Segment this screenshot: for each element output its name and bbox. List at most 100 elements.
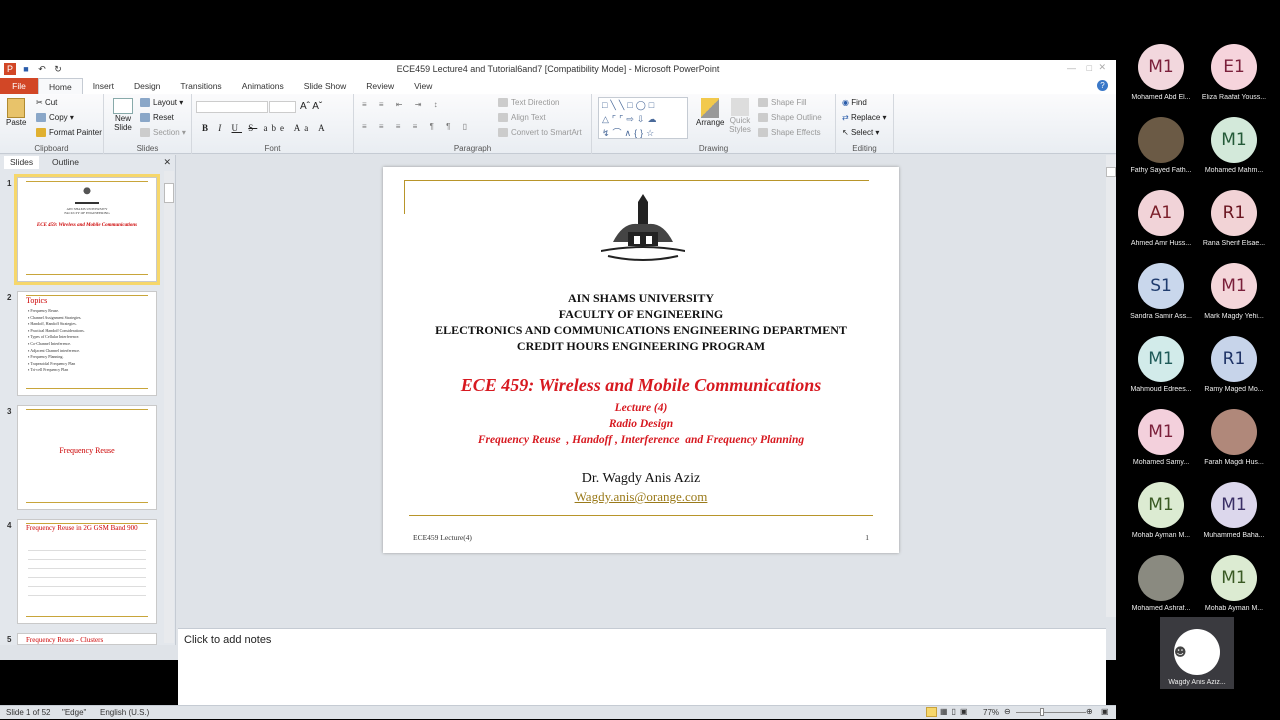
- tab-insert[interactable]: Insert: [83, 78, 124, 94]
- align-text-button[interactable]: Align Text: [498, 113, 546, 123]
- fit-window-button[interactable]: ▣: [1101, 707, 1109, 716]
- participant-name: Mohamed Abd El...: [1131, 94, 1191, 101]
- restore-button[interactable]: □: [1087, 63, 1092, 73]
- slide-thumb-2[interactable]: Topics ▪ Frequency Reuse. ▪ Channel Assig…: [17, 291, 157, 396]
- participant-tile[interactable]: M1 Mohab Ayman M...: [1197, 555, 1271, 612]
- participant-tile[interactable]: M1 Mohab Ayman M...: [1124, 482, 1198, 539]
- slide-thumb-4[interactable]: Frequency Reuse in 2G GSM Band 900: [17, 519, 157, 624]
- paste-button[interactable]: Paste: [6, 98, 26, 127]
- tab-home[interactable]: Home: [38, 78, 83, 94]
- slide-thumb-3[interactable]: Frequency Reuse: [17, 405, 157, 510]
- format-painter-button[interactable]: Format Painter: [36, 128, 102, 138]
- participant-avatar: M1: [1211, 555, 1257, 601]
- layout-label: Layout: [153, 98, 178, 107]
- format-painter-label: Format Painter: [49, 128, 102, 137]
- section-label: Section: [153, 128, 180, 137]
- smartart-button[interactable]: Convert to SmartArt: [498, 128, 582, 138]
- tab-slides[interactable]: Slides: [4, 156, 40, 169]
- help-icon[interactable]: ?: [1097, 80, 1108, 91]
- participant-tile[interactable]: A1 Ahmed Amr Huss...: [1124, 190, 1198, 247]
- shape-effects-button[interactable]: Shape Effects: [758, 128, 821, 138]
- grow-font-button[interactable]: Aˆ Aˇ: [300, 101, 322, 112]
- tab-design[interactable]: Design: [124, 78, 170, 94]
- copy-label: Copy: [49, 113, 68, 122]
- copy-button[interactable]: Copy ▾: [36, 113, 74, 123]
- editor-scrollbar[interactable]: [1106, 155, 1116, 617]
- strike-button[interactable]: S: [248, 123, 257, 133]
- close-panel-icon[interactable]: ✕: [163, 157, 171, 168]
- shape-fill-button[interactable]: Shape Fill: [758, 98, 807, 108]
- align-buttons[interactable]: ≡ ≡ ≡ ≡ ¶ ¶ ▯: [362, 122, 472, 131]
- tab-file[interactable]: File: [0, 78, 38, 94]
- bold-button[interactable]: B: [202, 123, 212, 133]
- cut-button[interactable]: ✂ Cut: [36, 98, 57, 107]
- tab-transitions[interactable]: Transitions: [170, 78, 231, 94]
- quick-styles-button[interactable]: Quick Styles: [728, 98, 752, 134]
- zoom-out-button[interactable]: ⊖: [1004, 707, 1011, 716]
- align-text-icon: [498, 113, 508, 123]
- tab-slide-show[interactable]: Slide Show: [294, 78, 357, 94]
- participant-tile[interactable]: E1 Eliza Raafat Youss...: [1197, 44, 1271, 101]
- replace-button[interactable]: ⇄ Replace ▾: [842, 113, 887, 122]
- participant-tile[interactable]: R1 Rana Sherif Elsae...: [1197, 190, 1271, 247]
- participant-tile[interactable]: M1 Mark Magdy Yehi...: [1197, 263, 1271, 320]
- drawing-group: □╲╲□◯□ △⌜⌜⇨⇩☁ ↯⌒∧{}☆ Arrange Quick Styles …: [592, 94, 836, 154]
- presenter-tile[interactable]: ☻ Wagdy Anis Aziz...: [1160, 617, 1234, 689]
- zoom-in-button[interactable]: ⊕: [1086, 707, 1093, 716]
- author-email-link[interactable]: Wagdy.anis@orange.com: [383, 489, 899, 505]
- font-color-button[interactable]: A: [318, 123, 329, 133]
- find-button[interactable]: ◉ Find: [842, 98, 867, 107]
- author-name: Dr. Wagdy Anis Aziz: [581, 471, 701, 486]
- brush-icon: [36, 128, 46, 138]
- participant-tile[interactable]: S1 Sandra Samir Ass...: [1124, 263, 1198, 320]
- select-button[interactable]: ↖ Select ▾: [842, 128, 879, 137]
- lecture-number: Lecture (4): [614, 402, 668, 414]
- layout-button[interactable]: Layout ▾: [140, 98, 183, 108]
- zoom-level[interactable]: 77%: [983, 708, 999, 717]
- participant-tile[interactable]: M1 Mohamed Abd El...: [1124, 44, 1198, 101]
- underline-button[interactable]: U: [232, 123, 243, 133]
- arrange-button[interactable]: Arrange: [696, 98, 724, 127]
- close-button[interactable]: ✕: [1098, 62, 1106, 73]
- participant-tile[interactable]: Farah Magdi Hus...: [1197, 409, 1271, 466]
- notes-pane[interactable]: Click to add notes: [178, 628, 1106, 705]
- participant-tile[interactable]: Mohamed Ashraf...: [1124, 555, 1198, 612]
- italic-button[interactable]: I: [218, 123, 225, 133]
- participant-tile[interactable]: R1 Ramy Maged Mo...: [1197, 336, 1271, 393]
- language[interactable]: English (U.S.): [100, 708, 149, 717]
- participant-tile[interactable]: Fathy Sayed Fath...: [1124, 117, 1198, 174]
- thumb-uni: AIN SHAMS UNIVERSITY FACULTY OF ENGINEERI…: [18, 207, 156, 215]
- participant-tile[interactable]: M1 Mohamed Mahm...: [1197, 117, 1271, 174]
- shapes-gallery[interactable]: □╲╲□◯□ △⌜⌜⇨⇩☁ ↯⌒∧{}☆: [598, 97, 688, 139]
- zoom-slider[interactable]: [1016, 708, 1086, 716]
- current-slide[interactable]: AIN SHAMS UNIVERSITY FACULTY OF ENGINEER…: [383, 167, 899, 553]
- list-buttons[interactable]: ≡ ≡ ⇤ ⇥ ↕: [362, 100, 443, 109]
- shape-outline-button[interactable]: Shape Outline: [758, 113, 822, 123]
- section-button[interactable]: Section ▾: [140, 128, 186, 138]
- reset-button[interactable]: Reset: [140, 113, 174, 123]
- participant-tile[interactable]: M1 Muhammed Baha...: [1197, 482, 1271, 539]
- zoom-slider-thumb[interactable]: [1040, 708, 1044, 716]
- participant-tile[interactable]: M1 Mohamed Samy...: [1124, 409, 1198, 466]
- text-direction-button[interactable]: Text Direction: [498, 98, 559, 108]
- theme-name[interactable]: "Edge": [62, 708, 86, 717]
- strikethrough-button[interactable]: abe: [264, 123, 289, 133]
- scroll-thumb[interactable]: [164, 183, 174, 203]
- quick-styles-label: Quick Styles: [729, 116, 751, 134]
- view-buttons[interactable]: ▦▯▣: [940, 707, 972, 716]
- slide-thumb-5[interactable]: Frequency Reuse - Clusters: [17, 633, 157, 645]
- font-size-select[interactable]: [269, 101, 296, 113]
- tab-view[interactable]: View: [404, 78, 442, 94]
- panel-scrollbar[interactable]: [164, 171, 174, 643]
- normal-view-button[interactable]: [926, 707, 937, 717]
- new-slide-button[interactable]: New Slide: [110, 98, 136, 132]
- participant-tile[interactable]: M1 Mahmoud Edrees...: [1124, 336, 1198, 393]
- minimize-button[interactable]: —: [1067, 63, 1076, 73]
- tab-outline[interactable]: Outline: [46, 156, 85, 169]
- scroll-thumb[interactable]: [1106, 167, 1116, 177]
- tab-animations[interactable]: Animations: [232, 78, 294, 94]
- change-case-button[interactable]: Aa: [294, 123, 313, 133]
- font-name-select[interactable]: [196, 101, 268, 113]
- slide-thumb-1[interactable]: AIN SHAMS UNIVERSITY FACULTY OF ENGINEERI…: [14, 174, 160, 285]
- tab-review[interactable]: Review: [356, 78, 404, 94]
